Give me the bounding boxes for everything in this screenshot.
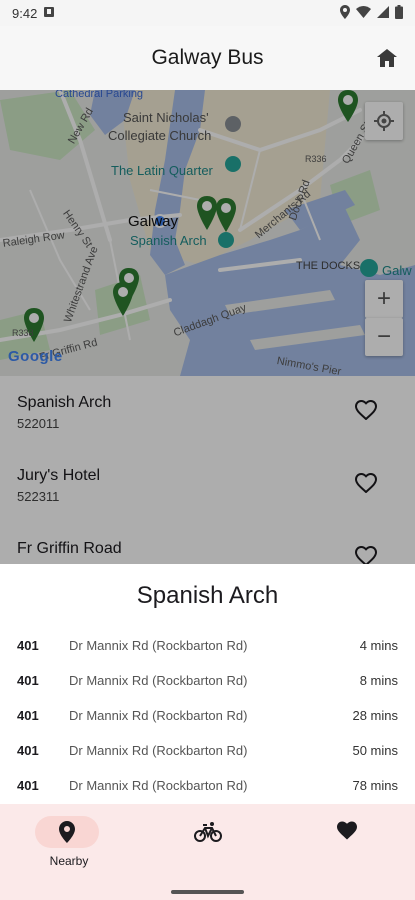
route-number: 401 <box>17 743 39 758</box>
route-number: 401 <box>17 638 39 653</box>
wifi-icon <box>356 5 371 21</box>
favorite-button[interactable] <box>354 472 379 497</box>
nav-item-nearby[interactable]: Nearby <box>0 804 138 884</box>
map-label: Galway <box>128 213 179 230</box>
due-time: 78 mins <box>352 778 398 793</box>
table-row[interactable]: 401 Dr Mannix Rd (Rockbarton Rd) 28 mins <box>0 698 415 733</box>
location-pin-icon <box>57 820 81 844</box>
nav-item-bikes[interactable] <box>138 804 276 884</box>
sheet-title: Spanish Arch <box>136 582 279 609</box>
departures-sheet: Spanish Arch 401 Dr Mannix Rd (Rockbarto… <box>0 564 415 804</box>
docks-poi-icon <box>360 259 378 277</box>
notification-icon <box>43 6 55 21</box>
latin-quarter-poi-icon <box>225 156 241 172</box>
route-number: 401 <box>17 708 39 723</box>
status-time: 9:42 <box>12 5 38 21</box>
favorite-button[interactable] <box>354 545 379 564</box>
location-icon <box>340 4 350 22</box>
map-label: Galw <box>382 263 412 278</box>
heart-outline-icon <box>354 399 378 421</box>
list-item[interactable]: Spanish Arch 522011 <box>0 376 415 449</box>
table-row[interactable]: 401 Dr Mannix Rd (Rockbarton Rd) 50 mins <box>0 733 415 768</box>
map-label: THE DOCKS <box>296 260 361 272</box>
my-location-icon <box>374 111 394 131</box>
map-label: Saint Nicholas' <box>123 110 209 125</box>
destination: Dr Mannix Rd (Rockbarton Rd) <box>69 673 248 688</box>
status-bar: 9:42 <box>0 0 415 26</box>
map-label: R336 <box>305 154 327 164</box>
map-label: Spanish Arch <box>130 233 207 248</box>
heart-outline-icon <box>354 472 378 494</box>
due-time: 8 mins <box>359 673 398 688</box>
zoom-in-button[interactable]: + <box>365 280 403 318</box>
due-time: 50 mins <box>352 743 398 758</box>
destination: Dr Mannix Rd (Rockbarton Rd) <box>69 638 248 653</box>
home-icon <box>377 49 397 67</box>
signal-icon <box>377 5 389 21</box>
heart-outline-icon <box>354 545 378 564</box>
due-time: 28 mins <box>352 708 398 723</box>
zoom-out-button[interactable]: − <box>365 318 403 356</box>
table-row[interactable]: 401 Dr Mannix Rd (Rockbarton Rd) 8 mins <box>0 663 415 698</box>
bottom-navigation: Nearby <box>0 804 415 900</box>
destination: Dr Mannix Rd (Rockbarton Rd) <box>69 778 248 793</box>
app-bar: Galway Bus <box>0 26 415 90</box>
my-location-button[interactable] <box>365 102 403 140</box>
map-label: R338 <box>12 328 34 338</box>
nav-item-favorites[interactable] <box>277 804 415 884</box>
favorite-button[interactable] <box>354 399 379 424</box>
destination: Dr Mannix Rd (Rockbarton Rd) <box>69 708 248 723</box>
nav-label: Nearby <box>49 854 89 868</box>
table-row[interactable]: 401 Dr Mannix Rd (Rockbarton Rd) 4 mins <box>0 628 415 663</box>
destination: Dr Mannix Rd (Rockbarton Rd) <box>69 743 248 758</box>
route-number: 401 <box>17 673 39 688</box>
spanish-arch-poi-icon <box>218 232 234 248</box>
table-row[interactable]: 401 Dr Mannix Rd (Rockbarton Rd) 78 mins <box>0 768 415 803</box>
app-title: Galway Bus <box>151 46 264 69</box>
bicycle-icon <box>194 820 222 844</box>
map-label: Collegiate Church <box>108 128 212 143</box>
due-time: 4 mins <box>359 638 398 653</box>
gesture-bar <box>171 890 244 894</box>
map-label: The Latin Quarter <box>111 163 213 178</box>
home-button[interactable] <box>375 46 399 70</box>
list-item[interactable]: Jury's Hotel 522311 <box>0 449 415 522</box>
map-label: Cathedral Parking <box>55 90 144 100</box>
list-item[interactable]: Fr Griffin Road <box>0 522 415 564</box>
google-logo: Google <box>8 348 63 365</box>
battery-icon <box>395 4 403 22</box>
map-view[interactable]: Cathedral Parking Saint Nicholas' Colleg… <box>0 90 415 376</box>
route-number: 401 <box>17 778 39 793</box>
church-poi-icon <box>225 116 241 132</box>
heart-icon <box>336 820 360 844</box>
stops-list: Spanish Arch 522011 Jury's Hotel 522311 … <box>0 376 415 564</box>
